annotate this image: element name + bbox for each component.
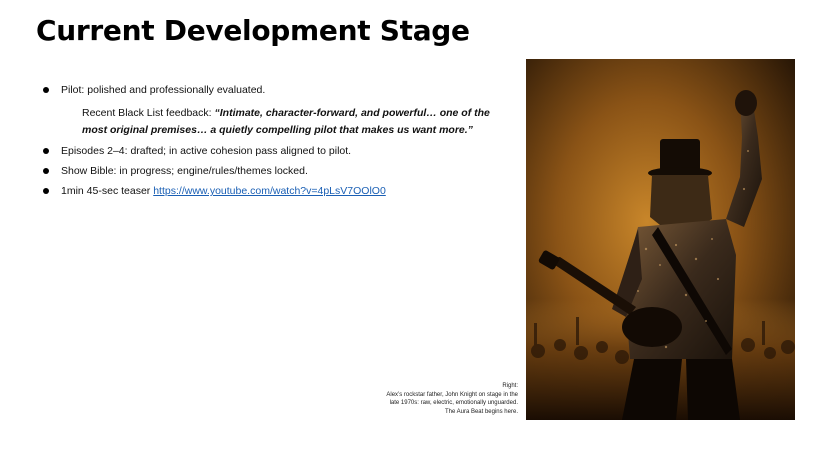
teaser-link[interactable]: https://www.youtube.com/watch?v=4pLsV7OO…	[153, 185, 386, 197]
photo-caption: Right: Alex’s rockstar father, John Knig…	[386, 382, 518, 416]
bullet-bible-text: Show Bible: in progress; engine/rules/th…	[61, 165, 308, 177]
feedback-prefix: Recent Black List feedback:	[82, 107, 215, 119]
bullet-bible: Show Bible: in progress; engine/rules/th…	[40, 165, 480, 178]
feedback-quote: Recent Black List feedback: “Intimate, c…	[40, 105, 490, 139]
bullet-dot-icon	[43, 87, 49, 93]
feedback-quote-part-1: “Intimate, character-forward, and powerf…	[214, 107, 490, 119]
bullet-dot-icon	[43, 168, 49, 174]
feedback-quote-part-2: most original premises… a quietly compel…	[82, 124, 473, 136]
bullet-episodes-text: Episodes 2–4: drafted; in active cohesio…	[61, 145, 352, 157]
caption-line-2: Alex’s rockstar father, John Knight on s…	[386, 391, 518, 398]
bullet-list: Pilot: polished and professionally evalu…	[40, 84, 490, 198]
bullet-teaser-text: 1min 45-sec teaser	[61, 185, 154, 197]
caption-line-1: Right:	[502, 383, 518, 389]
bullet-pilot-text: Pilot: polished and professionally evalu…	[61, 84, 266, 96]
bullet-dot-icon	[43, 148, 49, 154]
caption-line-4: The Aura Beat begins here.	[444, 408, 518, 415]
bullet-dot-icon	[43, 188, 49, 194]
bullet-episodes: Episodes 2–4: drafted; in active cohesio…	[40, 145, 480, 158]
rockstar-silhouette-image	[526, 59, 795, 420]
caption-line-3: late 1970s: raw, electric, emotionally u…	[389, 400, 518, 407]
bullet-teaser: 1min 45-sec teaser https://www.youtube.c…	[40, 185, 480, 198]
feedback-line-1: Recent Black List feedback: “Intimate, c…	[82, 105, 490, 122]
bullet-pilot: Pilot: polished and professionally evalu…	[40, 84, 480, 97]
slide-title: Current Development Stage	[36, 14, 470, 47]
rockstar-photo	[526, 59, 795, 420]
